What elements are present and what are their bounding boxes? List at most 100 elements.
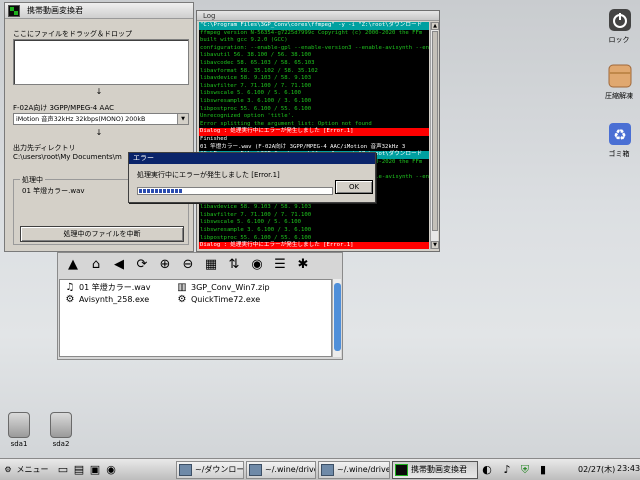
desktop-label-sda1: sda1: [10, 440, 28, 448]
log-output[interactable]: "C:\Program Files\3GP_Conv\cores\ffmpeg"…: [199, 22, 429, 249]
help-icon[interactable]: ✱: [296, 258, 310, 272]
task-converter[interactable]: 携帯動画変換君: [392, 461, 478, 479]
app-icon: [395, 464, 408, 476]
archive-icon: ▥: [177, 282, 187, 293]
progress-block: [151, 189, 154, 193]
file-name: QuickTime72.exe: [191, 295, 261, 304]
cancel-processing-button[interactable]: 処理中のファイルを中断: [20, 226, 184, 242]
view-icon[interactable]: ▦: [204, 258, 218, 272]
task-wine-drive-2[interactable]: ~/.wine/drive: [318, 461, 390, 479]
eye-icon[interactable]: ◉: [250, 258, 264, 272]
sort-icon[interactable]: ⇅: [227, 258, 241, 272]
terminal-icon[interactable]: ▣: [88, 463, 102, 477]
up-arrow-icon[interactable]: ▲: [66, 258, 80, 272]
log-line: 01 竿燈カラー.wav (F-02A向け 3GPP/MPEG-4 AAC/iM…: [200, 143, 406, 150]
tray-date: 02/27(木): [578, 465, 616, 474]
power-icon[interactable]: [606, 8, 634, 32]
converter-window: 携帯動画変換君 ここにファイルをドラッグ＆ドロップ ↓ F-02A向け 3GPP…: [4, 2, 194, 252]
desktop-label-lock: ロック: [608, 36, 630, 44]
box-icon[interactable]: [606, 64, 634, 88]
list-icon[interactable]: ☰: [273, 258, 287, 272]
arrow-down-icon: ↓: [95, 128, 103, 137]
error-dialog-title[interactable]: エラー: [129, 153, 375, 164]
file-item[interactable]: ⚙ QuickTime72.exe: [176, 294, 261, 306]
volume-icon[interactable]: ♪: [500, 463, 514, 477]
scroll-up-icon[interactable]: ▲: [431, 22, 439, 30]
log-line: Finished: [200, 135, 227, 142]
file-item[interactable]: ♫ 01 竿燈カラー.wav: [64, 282, 151, 294]
shield-icon[interactable]: ⛨: [518, 463, 532, 477]
error-dialog: エラー 処理実行中にエラーが発生しました [Error.1] OK: [128, 152, 376, 203]
task-wine-drive-1[interactable]: ~/.wine/drive: [246, 461, 316, 479]
file-item[interactable]: ⚙ Avisynth_258.exe: [64, 294, 150, 306]
log-line: libpostproc 55. 6.100 / 55. 6.100: [200, 105, 312, 112]
progress-block: [155, 189, 158, 193]
log-window-title: Log: [197, 11, 439, 21]
log-scroll-thumb[interactable]: [432, 31, 438, 231]
log-window: Log "C:\Program Files\3GP_Conv\cores\ffm…: [196, 10, 440, 252]
folder-icon: [179, 464, 192, 476]
home-icon[interactable]: ⌂: [89, 258, 103, 272]
file-manager-window: ▲ ⌂ ◀ ⟳ ⊕ ⊖ ▦ ⇅ ◉ ☰ ✱ ♫ 01 竿燈カラー.wav ▥ 3GP_Conv_Win7.…: [57, 252, 343, 360]
refresh-icon[interactable]: ⟳: [135, 258, 149, 272]
error-progress-bar: [137, 187, 333, 195]
desktop-label-archive: 圧縮解凍: [605, 92, 633, 100]
progress-block: [179, 189, 182, 193]
file-list-scrollbar[interactable]: [332, 279, 341, 357]
log-line: libswresample 3. 6.100 / 3. 6.100: [200, 97, 312, 104]
drive-sda1-icon[interactable]: [8, 412, 30, 438]
progress-block: [143, 189, 146, 193]
log-line: Unrecognized option 'title'.: [200, 113, 295, 120]
menu-logo-icon: ⚙: [4, 465, 12, 474]
zoom-in-icon[interactable]: ⊕: [158, 258, 172, 272]
format-label: F-02A向け 3GPP/MPEG-4 AAC: [13, 104, 115, 112]
start-menu-button[interactable]: ⚙ メニュー: [2, 462, 54, 478]
browser-icon[interactable]: ◉: [104, 463, 118, 477]
chevron-down-icon[interactable]: ▼: [177, 114, 188, 124]
drop-label: ここにファイルをドラッグ＆ドロップ: [13, 30, 132, 38]
format-select[interactable]: iMotion 音声32kHz 32kbps(MONO) 200kB ▼: [13, 113, 189, 125]
progress-block: [147, 189, 150, 193]
log-line: libavdevice 58. 9.103 / 58. 9.103: [200, 75, 312, 82]
output-path: C:\users\root\My Documents\m: [13, 153, 122, 161]
drop-area[interactable]: [13, 39, 189, 85]
log-line: Dialog : 処理実行中にエラーが発生しました [Error.1]: [199, 128, 429, 136]
recycle-icon[interactable]: ♻: [606, 122, 634, 146]
task-downloads[interactable]: ~/ダウンロード: [176, 461, 244, 479]
log-line: libavfilter 7. 71.100 / 7. 71.100: [200, 211, 312, 218]
desktop-label-trash: ゴミ箱: [608, 150, 630, 158]
file-list[interactable]: ♫ 01 竿燈カラー.wav ▥ 3GP_Conv_Win7.zip ⚙ Avisynth…: [59, 279, 332, 357]
format-select-value: iMotion 音声32kHz 32kbps(MONO) 200kB: [16, 116, 146, 123]
file-name: Avisynth_258.exe: [79, 295, 150, 304]
gear-icon: ⚙: [177, 294, 187, 305]
file-name: 01 竿燈カラー.wav: [79, 283, 151, 292]
output-label: 出力先ディレクトリ: [13, 144, 76, 152]
file-manager-toolbar: ▲ ⌂ ◀ ⟳ ⊕ ⊖ ▦ ⇅ ◉ ☰ ✱: [58, 253, 342, 279]
log-line: libavfilter 7. 71.100 / 7. 71.100: [200, 82, 312, 89]
task-label: ~/ダウンロード: [195, 465, 244, 474]
drive-sda2-icon[interactable]: [50, 412, 72, 438]
log-line: "C:\Program Files\3GP_Conv\cores\ffmpeg"…: [199, 22, 429, 30]
window-title: 携帯動画変換君: [27, 6, 83, 15]
ok-button[interactable]: OK: [335, 180, 373, 194]
progress-block: [163, 189, 166, 193]
file-list-scroll-thumb[interactable]: [334, 283, 341, 351]
log-line: libswscale 5. 6.100 / 5. 6.100: [200, 90, 302, 97]
file-manager-icon[interactable]: ▤: [72, 463, 86, 477]
desktop-label-sda2: sda2: [52, 440, 70, 448]
log-scrollbar[interactable]: ▲ ▼: [430, 22, 439, 249]
desktop-icon[interactable]: ▭: [56, 463, 70, 477]
log-line: libswscale 5. 6.100 / 5. 6.100: [200, 219, 302, 226]
folder-icon: [249, 464, 262, 476]
battery-icon[interactable]: ▮: [536, 463, 550, 477]
back-icon[interactable]: ◀: [112, 258, 126, 272]
file-item[interactable]: ▥ 3GP_Conv_Win7.zip: [176, 282, 270, 294]
progress-block: [159, 189, 162, 193]
file-name: 3GP_Conv_Win7.zip: [191, 283, 270, 292]
zoom-out-icon[interactable]: ⊖: [181, 258, 195, 272]
log-line: libavdevice 58. 9.103 / 58. 9.103: [200, 204, 312, 211]
converter-titlebar[interactable]: 携帯動画変換君: [5, 3, 193, 19]
gear-icon: ⚙: [65, 294, 75, 305]
network-icon[interactable]: ◐: [480, 463, 494, 477]
scroll-down-icon[interactable]: ▼: [431, 241, 439, 249]
